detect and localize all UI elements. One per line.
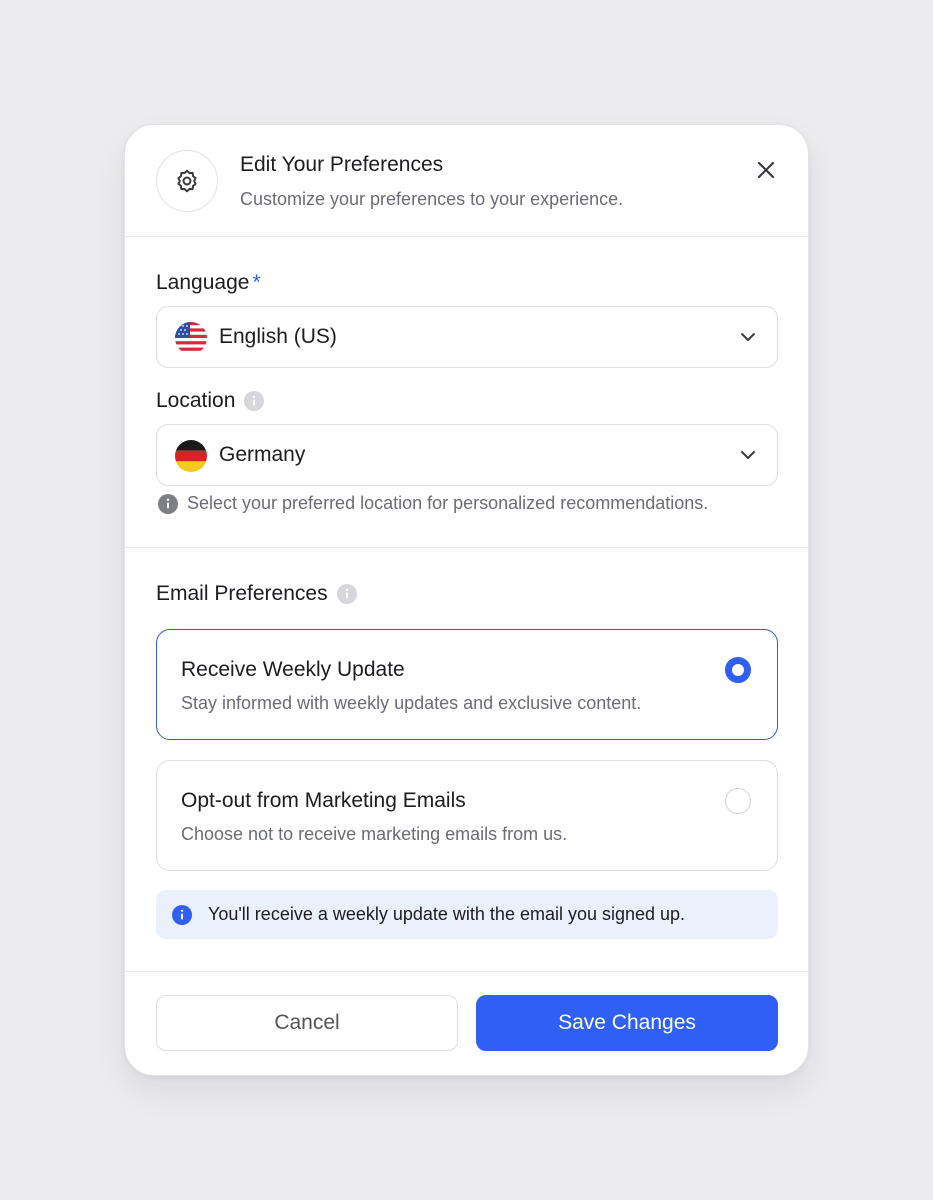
section-divider [125, 547, 808, 548]
chevron-down-icon [741, 333, 755, 341]
location-select[interactable]: Germany [156, 424, 778, 486]
notice-text: You'll receive a weekly update with the … [208, 904, 686, 924]
option-opt-out-marketing[interactable]: Opt-out from Marketing Emails Choose not… [156, 760, 778, 871]
email-preferences-label: Email Preferences [156, 582, 357, 606]
location-label: Location [156, 389, 265, 413]
info-icon [172, 904, 192, 925]
option-description: Choose not to receive marketing emails f… [181, 824, 568, 844]
germany-flag-icon [175, 440, 207, 472]
info-icon [158, 493, 178, 514]
language-label-text: Language [156, 271, 250, 294]
option-title: Opt-out from Marketing Emails [181, 789, 466, 812]
cancel-button[interactable]: Cancel [156, 995, 458, 1051]
gear-icon [177, 169, 197, 193]
radio-button[interactable] [725, 788, 751, 814]
dialog-header: Edit Your Preferences Customize your pre… [125, 125, 808, 237]
option-title: Receive Weekly Update [181, 658, 405, 681]
email-preferences-label-text: Email Preferences [156, 582, 328, 605]
option-description: Stay informed with weekly updates and ex… [181, 693, 642, 713]
radio-button-selected[interactable] [725, 657, 751, 683]
save-changes-button[interactable]: Save Changes [476, 995, 778, 1051]
option-weekly-update[interactable]: Receive Weekly Update Stay informed with… [156, 629, 778, 740]
footer-divider [125, 971, 808, 972]
location-hint: Select your preferred location for perso… [158, 493, 708, 514]
required-marker: * [252, 271, 261, 294]
dialog-title: Edit Your Preferences [240, 153, 444, 176]
language-select[interactable]: English (US) [156, 306, 778, 368]
info-icon[interactable] [244, 391, 265, 411]
location-value: Germany [219, 443, 306, 466]
dialog-subtitle: Customize your preferences to your exper… [240, 189, 624, 209]
close-button[interactable] [751, 155, 781, 185]
close-icon [757, 161, 775, 179]
language-value: English (US) [219, 325, 337, 348]
us-flag-icon [175, 322, 207, 354]
info-icon[interactable] [336, 584, 357, 604]
location-hint-text: Select your preferred location for perso… [187, 493, 709, 513]
gear-icon-badge [156, 150, 218, 212]
location-label-text: Location [156, 389, 236, 412]
preferences-dialog: Edit Your Preferences Customize your pre… [124, 124, 809, 1076]
chevron-down-icon [741, 451, 755, 459]
language-label: Language * [156, 271, 261, 295]
info-notice: You'll receive a weekly update with the … [156, 890, 778, 939]
